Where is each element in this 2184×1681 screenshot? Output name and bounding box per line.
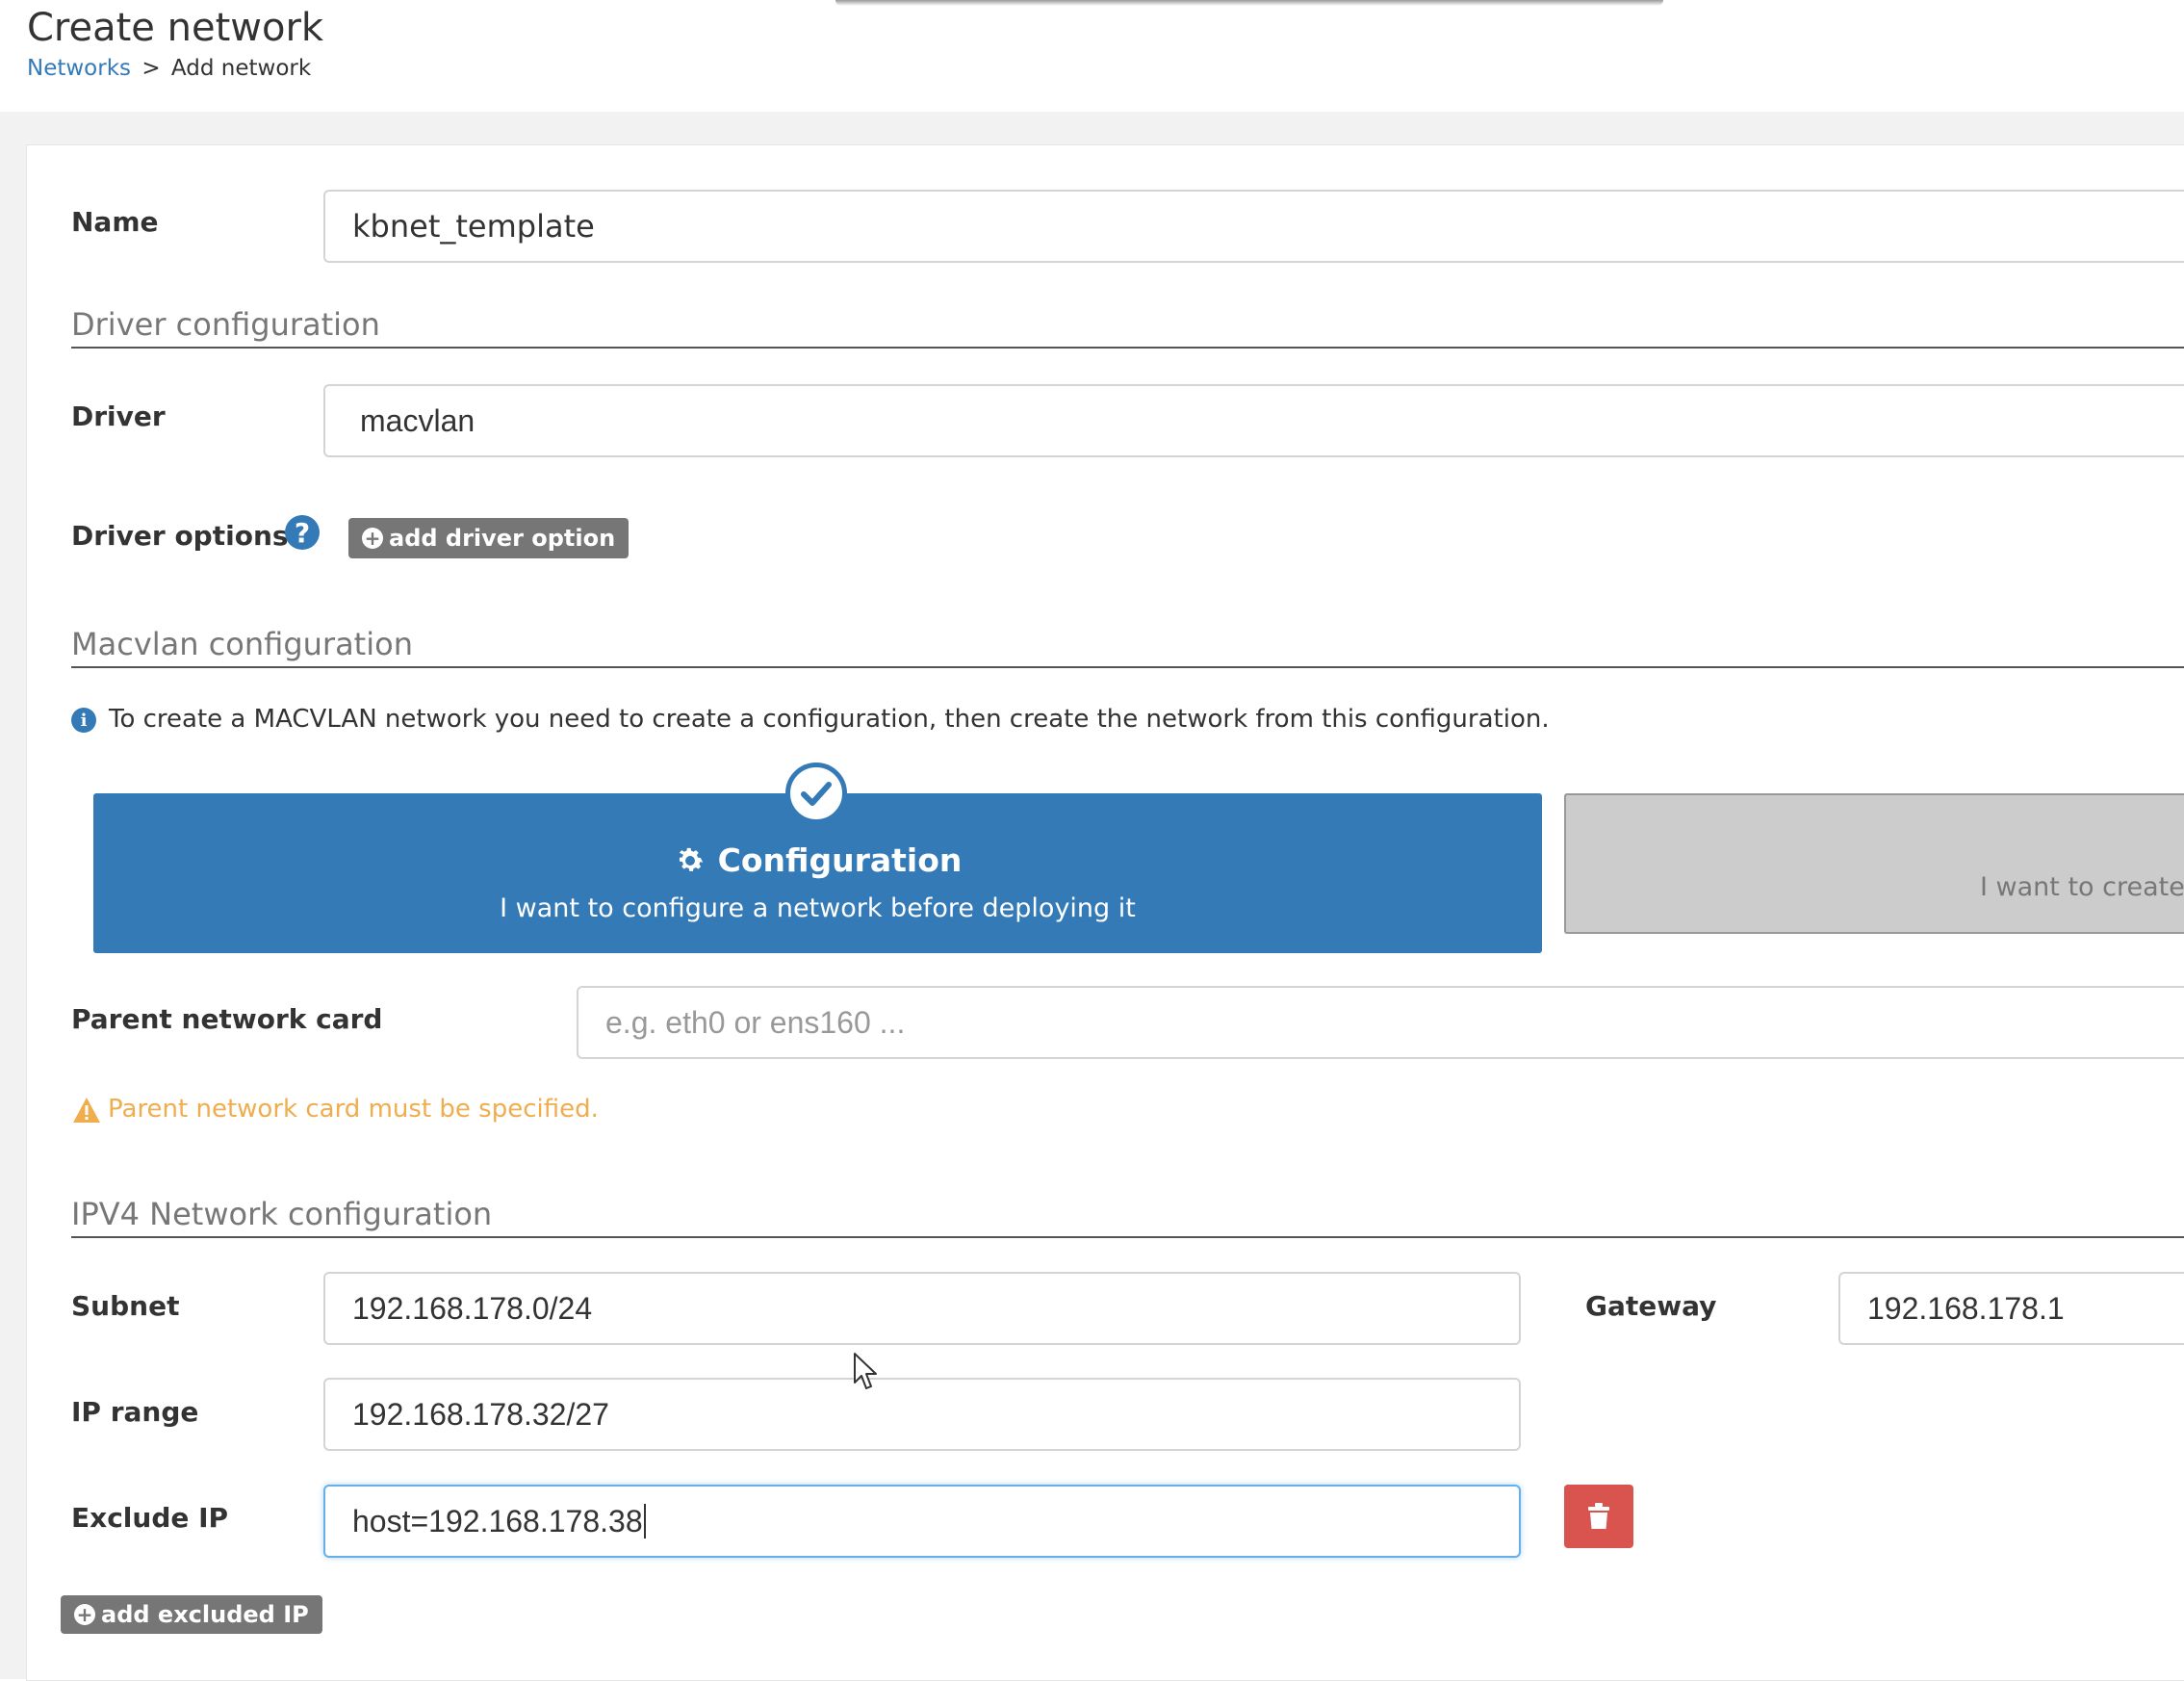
option-configuration-title: Configuration <box>717 841 963 879</box>
gateway-label: Gateway <box>1585 1290 1717 1322</box>
page-title: Create network <box>27 6 324 50</box>
gear-icon <box>679 847 703 871</box>
section-macvlan-configuration: Macvlan configuration <box>71 626 2184 668</box>
name-input[interactable]: kbnet_template <box>323 190 2184 263</box>
gateway-value: 192.168.178.1 <box>1867 1290 2065 1326</box>
name-input-value: kbnet_template <box>352 208 595 245</box>
ip-range-value: 192.168.178.32/27 <box>352 1396 609 1432</box>
option-create-network[interactable]: I want to create <box>1564 793 2184 934</box>
trash-icon <box>1588 1503 1609 1529</box>
option-configuration-title-row: Configuration <box>93 841 1542 879</box>
subnet-input[interactable]: 192.168.178.0/24 <box>323 1272 1521 1345</box>
ip-range-label: IP range <box>71 1396 199 1428</box>
driver-options-label: Driver options <box>71 520 289 552</box>
driver-select[interactable]: macvlan <box>323 384 2184 457</box>
parent-network-card-input[interactable]: e.g. eth0 or ens160 ... <box>577 986 2184 1059</box>
ip-range-input[interactable]: 192.168.178.32/27 <box>323 1378 1521 1451</box>
gateway-input[interactable]: 192.168.178.1 <box>1838 1272 2184 1345</box>
overlay-shadow <box>835 0 1663 6</box>
driver-select-value: macvlan <box>360 402 475 438</box>
subnet-label: Subnet <box>71 1290 180 1322</box>
option-configuration-description: I want to configure a network before dep… <box>500 893 1136 923</box>
add-excluded-ip-button[interactable]: + add excluded IP <box>61 1595 322 1634</box>
macvlan-info-text: To create a MACVLAN network you need to … <box>109 705 1550 734</box>
help-icon[interactable]: ? <box>285 515 320 550</box>
add-excluded-ip-label: add excluded IP <box>101 1601 309 1628</box>
mouse-cursor-icon <box>854 1353 877 1389</box>
parent-network-card-label: Parent network card <box>71 1003 383 1035</box>
breadcrumb-current: Add network <box>170 56 312 81</box>
parent-network-card-warning: Parent network card must be specified. <box>108 1095 599 1124</box>
add-driver-option-button[interactable]: + add driver option <box>348 518 630 558</box>
exclude-ip-input[interactable]: host=192.168.178.38 <box>323 1485 1521 1558</box>
exclude-ip-label: Exclude IP <box>71 1502 229 1534</box>
check-icon <box>785 763 847 824</box>
delete-excluded-ip-button[interactable] <box>1564 1485 1633 1548</box>
section-ipv4-configuration: IPV4 Network configuration <box>71 1196 2184 1238</box>
plus-circle-icon: + <box>362 528 383 549</box>
section-driver-configuration: Driver configuration <box>71 306 2184 349</box>
breadcrumb: Networks > Add network <box>27 56 311 81</box>
breadcrumb-link-networks[interactable]: Networks <box>27 56 131 81</box>
parent-network-card-placeholder: e.g. eth0 or ens160 ... <box>605 1004 906 1040</box>
driver-label: Driver <box>71 401 166 432</box>
warning-icon <box>73 1098 100 1123</box>
subnet-value: 192.168.178.0/24 <box>352 1290 593 1326</box>
name-label: Name <box>71 206 159 238</box>
add-driver-option-label: add driver option <box>389 525 616 552</box>
exclude-ip-value: host=192.168.178.38 <box>352 1503 643 1539</box>
breadcrumb-separator: > <box>141 56 161 81</box>
option-create-network-description: I want to create <box>1980 872 2184 902</box>
text-caret <box>643 1504 646 1539</box>
plus-circle-icon: + <box>74 1604 95 1625</box>
info-icon: i <box>71 708 96 733</box>
